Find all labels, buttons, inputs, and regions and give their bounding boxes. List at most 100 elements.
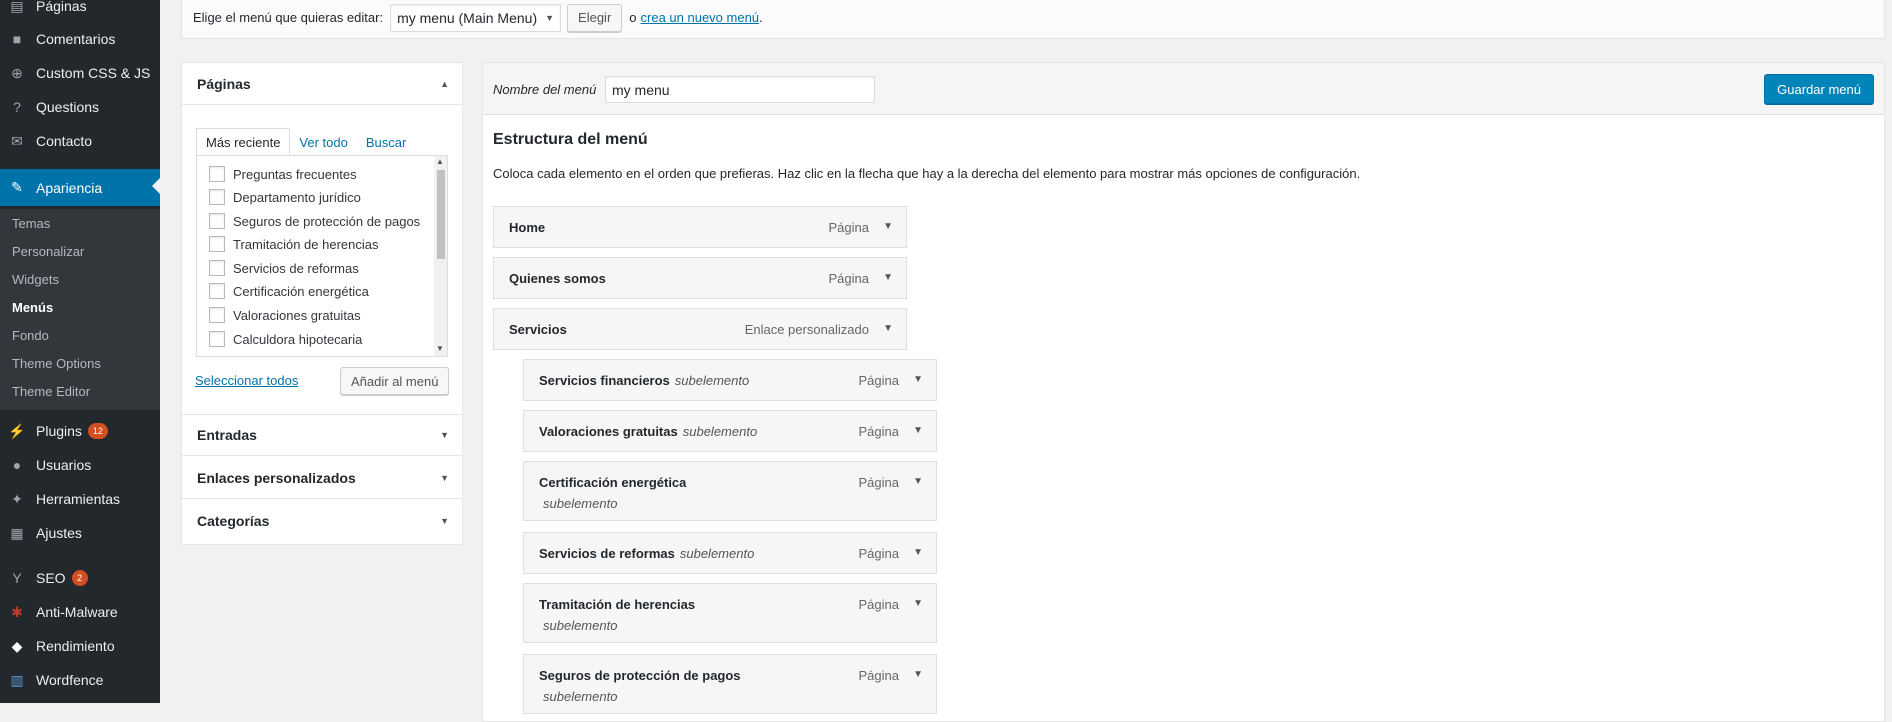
list-item[interactable]: Seguros de protección de pagos (209, 213, 420, 229)
menu-select[interactable]: my menu (Main Menu) ▼ (390, 3, 562, 32)
menu-item-tramitacion-de-herencias[interactable]: Tramitación de herencias subelemento Pág… (523, 583, 937, 643)
page-label: Departamento jurídico (233, 189, 361, 205)
menu-item-title-text: Servicios financieros (539, 373, 670, 388)
accordion-title: Entradas (197, 427, 257, 443)
question-icon: ? (13, 99, 21, 115)
sidebar-item-apariencia[interactable]: ✎ Apariencia (0, 169, 160, 206)
checkbox[interactable] (209, 307, 225, 323)
list-item[interactable]: Valoraciones gratuitas (209, 307, 361, 323)
checkbox[interactable] (209, 331, 225, 347)
yoast-icon: Y (12, 570, 22, 586)
menu-item-servicios-de-reformas[interactable]: Servicios de reformas subelemento Página … (523, 532, 937, 574)
menu-item-home[interactable]: Home Página ▼ (493, 206, 907, 248)
tab-ver-todo[interactable]: Ver todo (290, 128, 356, 156)
expand-arrow-icon[interactable]: ▼ (883, 272, 893, 283)
checkbox[interactable] (209, 283, 225, 299)
expand-arrow-icon[interactable]: ▼ (913, 476, 923, 487)
checkbox[interactable] (209, 260, 225, 276)
mail-icon: ✉ (11, 132, 23, 149)
sidebar-item-questions[interactable]: ? Questions (0, 90, 160, 124)
list-item[interactable]: Certificación energética (209, 283, 369, 299)
list-item[interactable]: Tramitación de herencias (209, 236, 378, 252)
submenu-item-fondo[interactable]: Fondo (12, 328, 49, 343)
scroll-thumb[interactable] (437, 170, 445, 259)
collapse-arrow-icon[interactable]: ▲ (440, 79, 449, 89)
appearance-submenu: Temas Personalizar Widgets Menús Fondo T… (0, 209, 160, 410)
submenu-item-theme-editor[interactable]: Theme Editor (12, 384, 90, 399)
sidebar-item-custom-css-js[interactable]: ⊕ Custom CSS & JS (0, 56, 160, 90)
expand-arrow-icon[interactable]: ▼ (883, 323, 893, 334)
menu-item-seguros-de-proteccion[interactable]: Seguros de protección de pagos subelemen… (523, 654, 937, 714)
list-item[interactable]: Preguntas frecuentes (209, 166, 357, 182)
checkbox[interactable] (209, 189, 225, 205)
create-menu-link[interactable]: crea un nuevo menú (641, 10, 760, 25)
expand-arrow-icon[interactable]: ▼ (440, 516, 449, 526)
menu-item-title: Home (509, 220, 546, 235)
submenu-item-theme-options[interactable]: Theme Options (12, 356, 101, 371)
submenu-item-temas[interactable]: Temas (12, 216, 50, 231)
sidebar-item-label: Apariencia (36, 179, 103, 196)
scrollbar[interactable]: ▲ ▼ (434, 156, 447, 356)
sidebar-item-herramientas[interactable]: ✦ Herramientas (0, 482, 160, 516)
choose-menu-button[interactable]: Elegir (567, 3, 623, 32)
list-item[interactable]: Calculdora hipotecaria (209, 331, 362, 347)
expand-arrow-icon[interactable]: ▼ (913, 547, 923, 558)
page-label: Preguntas frecuentes (233, 166, 357, 182)
submenu-item-menus[interactable]: Menús (12, 300, 53, 315)
tab-buscar[interactable]: Buscar (357, 128, 415, 156)
expand-arrow-icon[interactable]: ▼ (440, 430, 449, 440)
menu-item-type: Página (828, 271, 869, 286)
menu-item-type: Página (858, 546, 899, 561)
expand-arrow-icon[interactable]: ▼ (913, 598, 923, 609)
list-item[interactable]: Servicios de reformas (209, 260, 359, 276)
chevron-down-icon: ▼ (545, 12, 555, 23)
expand-arrow-icon[interactable]: ▼ (440, 473, 449, 483)
sidebar-item-seo[interactable]: Y SEO 2 (0, 561, 160, 595)
accordion-section-enlaces[interactable]: Enlaces personalizados ▼ (182, 457, 462, 499)
sidebar-item-label: Plugins (36, 423, 82, 439)
expand-arrow-icon[interactable]: ▼ (883, 221, 893, 232)
add-to-menu-button[interactable]: Añadir al menú (340, 367, 450, 395)
sidebar-item-label: Comentarios (36, 31, 116, 47)
save-menu-button[interactable]: Guardar menú (1764, 74, 1874, 104)
sidebar-item-usuarios[interactable]: ● Usuarios (0, 448, 160, 482)
sidebar-item-ajustes[interactable]: ▦ Ajustes (0, 516, 160, 550)
accordion-section-categorias[interactable]: Categorías ▼ (182, 500, 462, 542)
checkbox[interactable] (209, 213, 225, 229)
menu-item-servicios[interactable]: Servicios Enlace personalizado ▼ (493, 308, 907, 350)
submenu-item-personalizar[interactable]: Personalizar (12, 244, 84, 259)
sidebar-item-comments[interactable]: ■ Comentarios (0, 22, 160, 56)
subitem-label: subelemento (543, 496, 618, 511)
tab-mas-reciente[interactable]: Más reciente (196, 128, 291, 156)
sidebar-item-rendimiento[interactable]: ◆ Rendimiento (0, 629, 160, 663)
menu-name-input[interactable]: my menu (605, 76, 875, 103)
checkbox[interactable] (209, 166, 225, 182)
select-all-link[interactable]: Seleccionar todos (195, 373, 298, 388)
checkbox[interactable] (209, 236, 225, 252)
menu-item-servicios-financieros[interactable]: Servicios financieros subelemento Página … (523, 359, 937, 401)
expand-arrow-icon[interactable]: ▼ (913, 669, 923, 680)
menu-header: Nombre del menú my menu Guardar menú (483, 63, 1884, 115)
menu-item-valoraciones-gratuitas[interactable]: Valoraciones gratuitas subelemento Página… (523, 410, 937, 452)
sidebar-item-anti-malware[interactable]: ✱ Anti-Malware (0, 595, 160, 629)
sidebar-item-label: Ajustes (36, 525, 82, 541)
list-item[interactable]: Departamento jurídico (209, 189, 361, 205)
accordion-section-entradas[interactable]: Entradas ▼ (182, 414, 462, 456)
menu-item-quienes-somos[interactable]: Quienes somos Página ▼ (493, 257, 907, 299)
menu-item-title: Tramitación de herencias (539, 597, 696, 612)
scroll-down-icon[interactable]: ▼ (436, 344, 444, 353)
page-label: Tramitación de herencias (233, 236, 379, 252)
sidebar-item-pages[interactable]: ▤ Páginas (0, 0, 160, 23)
sidebar-item-plugins[interactable]: ⚡ Plugins 12 (0, 414, 160, 448)
expand-arrow-icon[interactable]: ▼ (913, 425, 923, 436)
submenu-item-widgets[interactable]: Widgets (12, 272, 59, 287)
menu-item-certificacion-energetica[interactable]: Certificación energética subelemento Pág… (523, 461, 937, 521)
scroll-up-icon[interactable]: ▲ (436, 157, 444, 166)
sidebar-item-wordfence[interactable]: ▥ Wordfence (0, 663, 160, 697)
expand-arrow-icon[interactable]: ▼ (913, 374, 923, 385)
menu-item-type: Página (858, 424, 899, 439)
menu-item-title: Valoraciones gratuitas subelemento (539, 424, 757, 439)
accordion-section-paginas[interactable]: Páginas ▲ (182, 63, 462, 105)
sidebar-item-contacto[interactable]: ✉ Contacto (0, 124, 160, 158)
menu-item-title: Servicios de reformas subelemento (539, 546, 754, 561)
